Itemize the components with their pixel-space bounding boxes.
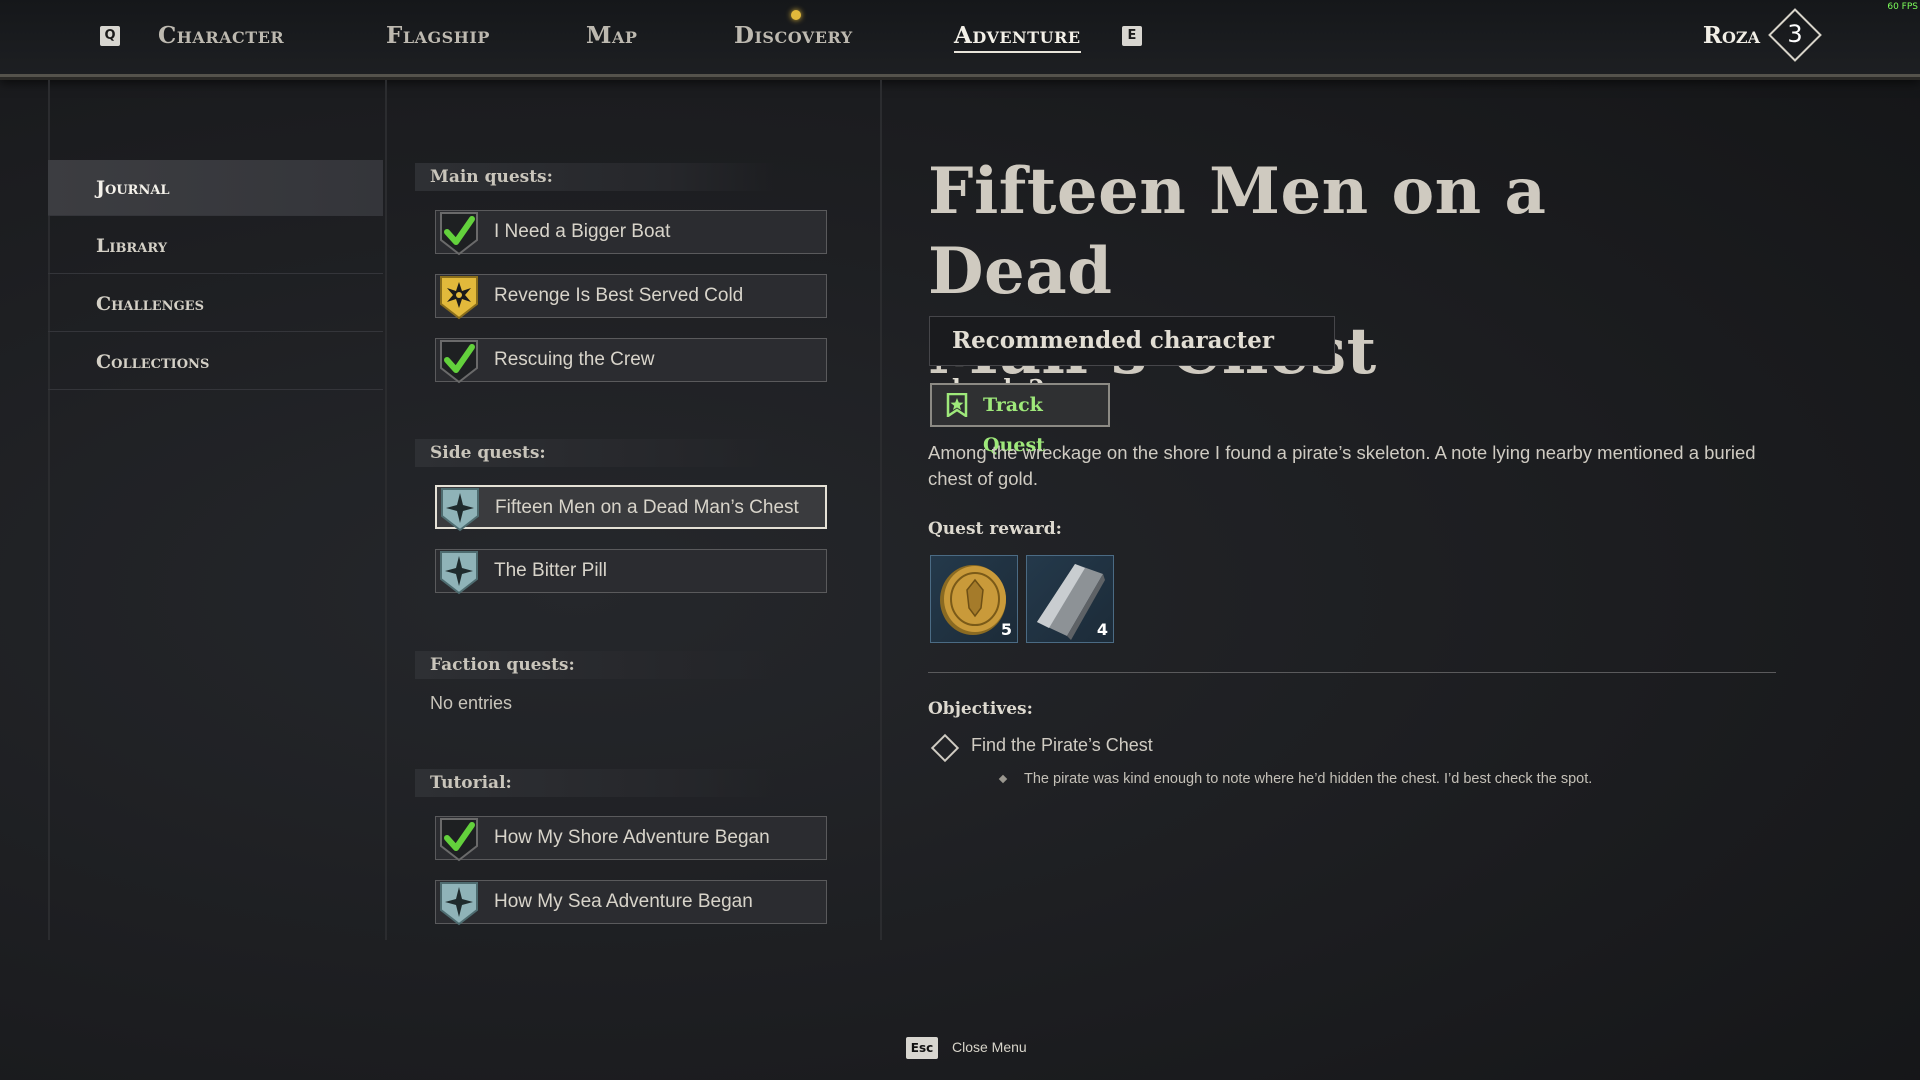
quest-description: Among the wreckage on the shore I found … [928,442,1756,489]
tutorial-header: Tutorial: [415,769,775,797]
main-quests-header: Main quests: [415,163,775,191]
faction-empty-text: No entries [430,693,513,713]
quest-item[interactable]: How My Shore Adventure Began [435,816,827,862]
reward-count: 4 [1096,620,1108,639]
objective-hint: The pirate was kind enough to note where… [1024,771,1593,787]
quest-item[interactable]: Revenge Is Best Served Cold [435,274,827,320]
esc-key[interactable]: Esc [906,1037,938,1059]
quest-title-line-1: Fifteen Men on a Dead [928,154,1547,309]
side-quests-header: Side quests: [415,439,775,467]
completed-check-icon [440,212,478,256]
notification-dot-icon [791,10,801,20]
sidebar-item-collections[interactable]: Collections [48,334,383,390]
quest-item[interactable]: The Bitter Pill [435,549,827,595]
next-tab-key-hint[interactable]: E [1122,26,1142,46]
player-name: Roza [1702,22,1760,49]
tab-flagship[interactable]: Flagship [386,22,490,49]
objectives-header: Objectives: [928,699,1033,719]
main-quest-star-icon [440,276,478,320]
prev-tab-key-hint[interactable]: Q [100,26,120,46]
reward-count: 5 [1000,620,1012,639]
quest-item[interactable]: Rescuing the Crew [435,338,827,384]
track-quest-button[interactable]: Track Quest [930,383,1110,456]
quest-reward-header: Quest reward: [928,519,1062,539]
sidebar-item-journal[interactable]: Journal [48,160,383,216]
track-bookmark-icon [946,393,968,417]
fps-counter: 60 FPS [1887,2,1918,12]
quest-item[interactable]: How My Sea Adventure Began [435,880,827,926]
section-divider [928,672,1776,673]
completed-check-icon [440,340,478,384]
sidebar-item-library[interactable]: Library [48,218,383,274]
quest-label: Fifteen Men on a Dead Man’s Chest [495,497,799,518]
completed-check-icon [440,818,478,862]
tab-character[interactable]: Character [158,22,284,49]
tab-adventure[interactable]: Adventure [954,22,1081,53]
quest-label: How My Shore Adventure Began [494,827,770,848]
reward-slot-gold[interactable]: 5 [930,555,1018,643]
side-quest-compass-icon [440,882,478,926]
side-quest-compass-icon [440,551,478,595]
close-menu-label: Close Menu [952,1039,1027,1055]
quest-label: Rescuing the Crew [494,349,655,370]
quest-item-selected[interactable]: Fifteen Men on a Dead Man’s Chest [435,485,827,532]
sidebar-item-challenges[interactable]: Challenges [48,276,383,332]
quest-label: How My Sea Adventure Began [494,891,753,912]
quest-label: I Need a Bigger Boat [494,221,671,242]
quest-label: Revenge Is Best Served Cold [494,285,744,306]
recommended-level-box: Recommended character level: 2 [929,316,1335,402]
side-quest-compass-icon [441,488,479,532]
reward-slot-silver[interactable]: 4 [1026,555,1114,643]
tab-map[interactable]: Map [586,22,637,49]
faction-quests-header: Faction quests: [415,651,775,679]
quest-item[interactable]: I Need a Bigger Boat [435,210,827,256]
quest-label: The Bitter Pill [494,560,607,581]
player-level: 3 [1787,20,1803,48]
top-navigation-bar: Q Character Flagship Map Discovery Adven… [0,0,1920,77]
tab-discovery[interactable]: Discovery [734,22,853,49]
objective-text: Find the Pirate’s Chest [971,735,1153,755]
